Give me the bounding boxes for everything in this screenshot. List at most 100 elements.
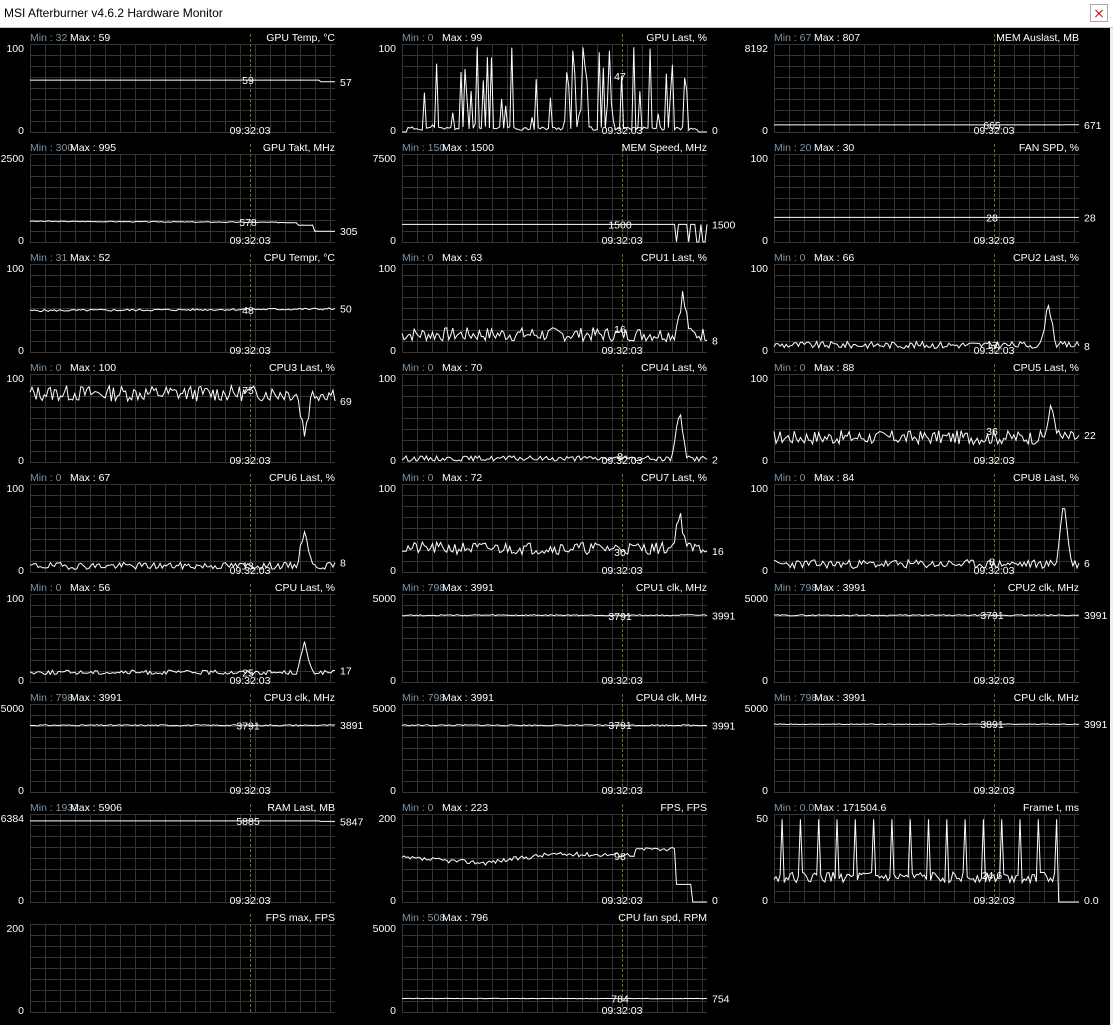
y-axis-max-label: 8192 bbox=[745, 43, 769, 55]
min-label: Min : 798 bbox=[774, 582, 817, 594]
graph-canvas: Min : 300Max : 995 GPU Takt, MHz 2500 0 09:3… bbox=[1, 142, 358, 247]
graph-cpu2-last[interactable]: Min : 0 Max : 66 CPU2 Last, % 100 0 09:32:03 1… bbox=[750, 252, 1090, 357]
graph-cpu3-clk-mhz[interactable]: Min : 798 Max : 3991 CPU3 clk, MHz 5000 0 09:… bbox=[1, 692, 364, 797]
graph-title: FAN SPD, % bbox=[1019, 142, 1079, 154]
y-axis-max-label: 100 bbox=[378, 373, 396, 385]
graph-canvas: Min : 0 Max : 223 FPS, FPS 200 0 09:32:03 98 0 bbox=[378, 802, 718, 907]
window-title: MSI Afterburner v4.6.2 Hardware Monitor bbox=[4, 6, 223, 20]
min-label: Min : 798 bbox=[402, 582, 445, 594]
min-label: Min : 32 bbox=[30, 32, 68, 44]
min-label: Min : 300 bbox=[30, 142, 73, 154]
window-titlebar: MSI Afterburner v4.6.2 Hardware Monitor bbox=[0, 0, 1113, 28]
y-axis-min-label: 0 bbox=[18, 785, 24, 797]
close-button[interactable] bbox=[1090, 4, 1108, 22]
cursor-time-label: 09:32:03 bbox=[974, 235, 1015, 247]
y-axis-min-label: 0 bbox=[390, 345, 396, 357]
y-axis-min-label: 0 bbox=[762, 235, 768, 247]
graph-ram-last-mb[interactable]: Min : 1932 Max : 5906 RAM Last, MB 6384 0 09:… bbox=[1, 802, 364, 907]
y-axis-min-label: 0 bbox=[390, 675, 396, 687]
min-label: Min : 0 bbox=[402, 802, 434, 814]
y-axis-max-label: 200 bbox=[378, 813, 396, 825]
graph-cpu-last[interactable]: Min : 0 Max : 56 CPU Last, % 100 0 09:32:03 25… bbox=[6, 582, 351, 687]
min-label: Min : 0 bbox=[402, 472, 434, 484]
cursor-time-label: 09:32:03 bbox=[974, 675, 1015, 687]
graph-cpu-clk-mhz[interactable]: Min : 798 Max : 3991 CPU clk, MHz 5000 0 09:3… bbox=[745, 692, 1108, 797]
cursor-value-label: 24.6 bbox=[982, 870, 1003, 882]
min-label: Min : 0 bbox=[774, 472, 806, 484]
cursor-value-label: 48 bbox=[242, 305, 254, 317]
graph-cpu-tempr-c[interactable]: Min : 31 Max : 52 CPU Tempr, °C 100 0 09:32:0… bbox=[6, 252, 351, 357]
graph-cpu1-last[interactable]: Min : 0 Max : 63 CPU1 Last, % 100 0 09:32:03 1… bbox=[378, 252, 718, 357]
min-label: Min : 798 bbox=[30, 692, 73, 704]
graph-trace bbox=[30, 820, 335, 822]
graph-cpu5-last[interactable]: Min : 0 Max : 88 CPU5 Last, % 100 0 09:32:03 3… bbox=[750, 362, 1095, 467]
min-label: Min : 0 bbox=[30, 582, 62, 594]
graph-canvas: Min : 0 Max : 84 CPU8 Last, %1000 09:32:038… bbox=[750, 472, 1090, 577]
graph-cpu6-last[interactable]: Min : 0 Max : 67 CPU6 Last, % 100 0 09:32:03 1… bbox=[6, 472, 346, 577]
min-label: Min : 508 bbox=[402, 912, 445, 924]
y-axis-min-label: 0 bbox=[390, 895, 396, 907]
graph-gpu-takt-mhz[interactable]: Min : 300 Max : 995 GPU Takt, MHz 2500 0 09:3… bbox=[1, 142, 358, 247]
monitor-graphs-area[interactable]: Min : 32 Max : 59 GPU Temp, °C 100 0 09:32:03… bbox=[0, 28, 1113, 1025]
y-axis-max-label: 5000 bbox=[373, 923, 397, 935]
graph-canvas: Min : 31 Max : 52 CPU Tempr, °C 100 0 09:32:0… bbox=[6, 252, 351, 357]
graph-cpu-fan-spd-rpm[interactable]: Min : 508 Max : 796 CPU fan spd, RPM 5000 0 0… bbox=[373, 912, 730, 1017]
graph-title: Frame t, ms bbox=[1023, 802, 1079, 814]
max-label: Max : 5906 bbox=[70, 802, 122, 814]
graph-canvas: Min : 0 Max : 72 CPU7 Last, % 100 0 09:32:03 3… bbox=[378, 472, 723, 577]
graph-fps-fps[interactable]: Min : 0 Max : 223 FPS, FPS 200 0 09:32:03 98 0 bbox=[378, 802, 718, 907]
graph-cpu3-last[interactable]: Min : 0 Max : 100 CPU3 Last, % 100 0 09:32:03… bbox=[6, 362, 351, 467]
current-value-label: 1500 bbox=[712, 219, 736, 231]
current-value-label: 22 bbox=[1084, 430, 1096, 442]
graph-title: CPU Tempr, °C bbox=[264, 252, 336, 264]
graph-cpu4-last[interactable]: Min : 0 Max : 70 CPU4 Last, % 100 0 09:32:03 8… bbox=[378, 362, 718, 467]
graph-canvas: Min : 798Max : 3991 CPU4 clk, MHz 5000 0 09:… bbox=[373, 692, 736, 797]
graph-mem-speed-mhz[interactable]: Min : 150 Max : 1500 MEM Speed, MHz 7500 0 09… bbox=[373, 142, 736, 247]
cursor-value-label: 25 bbox=[242, 668, 254, 680]
max-label: Max : 99 bbox=[442, 32, 482, 44]
max-label: Max : 63 bbox=[442, 252, 482, 264]
graph-gpu-last[interactable]: Min : 0 Max : 99 GPU Last, % 100 0 09:32:03 47… bbox=[378, 32, 718, 137]
current-value-label: 0.0 bbox=[1084, 895, 1099, 907]
cursor-value-label: 59 bbox=[242, 75, 254, 87]
cursor-value-label: 3891 bbox=[980, 719, 1004, 731]
cursor-value-label: 1500 bbox=[608, 219, 632, 231]
current-value-label: 3991 bbox=[1084, 719, 1108, 731]
graph-cpu1-clk-mhz[interactable]: Min : 798 Max : 3991 CPU1 clk, MHz 5000 0 09:… bbox=[373, 582, 736, 687]
graph-cpu2-clk-mhz[interactable]: Min : 798 Max : 3991 CPU2 clk, MHz 5000 0 09:… bbox=[745, 582, 1108, 687]
graph-title: MEM Auslast, MB bbox=[996, 32, 1079, 44]
y-axis-min-label: 0 bbox=[762, 125, 768, 137]
y-axis-max-label: 100 bbox=[6, 593, 24, 605]
graph-canvas: Min : 0 Max : 70 CPU4 Last, %1000 09:32:038… bbox=[378, 362, 718, 467]
graph-fan-spd[interactable]: Min : 20 Max : 30 FAN SPD, % 100 0 09:32:03 28… bbox=[750, 142, 1095, 247]
graph-cpu7-last[interactable]: Min : 0 Max : 72 CPU7 Last, % 100 0 09:32:03 3… bbox=[378, 472, 723, 577]
graph-mem-auslast-mb[interactable]: Min : 67 Max : 807 MEM Auslast, MB 8192 0 09:… bbox=[745, 32, 1102, 137]
graph-title: CPU5 Last, % bbox=[1013, 362, 1079, 374]
y-axis-min-label: 0 bbox=[762, 345, 768, 357]
graph-trace bbox=[773, 723, 1080, 726]
current-value-label: 0 bbox=[712, 125, 718, 137]
cursor-time-label: 09:32:03 bbox=[602, 895, 643, 907]
y-axis-max-label: 7500 bbox=[373, 153, 397, 165]
current-value-label: 50 bbox=[340, 303, 352, 315]
graph-title: CPU1 Last, % bbox=[641, 252, 707, 264]
graph-cpu8-last[interactable]: Min : 0 Max : 84 CPU8 Last, % 100 0 09:32:03 8… bbox=[750, 472, 1090, 577]
graph-fps-max-fps[interactable]: FPS max, FPS 200 0 bbox=[6, 912, 335, 1017]
max-label: Max : 3991 bbox=[814, 582, 866, 594]
y-axis-min-label: 0 bbox=[390, 125, 396, 137]
graph-cpu4-clk-mhz[interactable]: Min : 798 Max : 3991 CPU4 clk, MHz 5000 0 09:… bbox=[373, 692, 736, 797]
cursor-value-label: 8 bbox=[617, 451, 623, 463]
current-value-label: 671 bbox=[1084, 120, 1102, 132]
min-label: Min : 798 bbox=[402, 692, 445, 704]
current-value-label: 3991 bbox=[1084, 610, 1108, 622]
graph-canvas: Min : 0 Max : 56 CPU Last, %1000 09:32:0325… bbox=[6, 582, 351, 687]
graph-gpu-temp-c[interactable]: Min : 32 Max : 59 GPU Temp, °C 100 0 09:32:03… bbox=[6, 32, 351, 137]
y-axis-max-label: 100 bbox=[750, 263, 768, 275]
graph-title: CPU2 Last, % bbox=[1013, 252, 1079, 264]
max-label: Max : 807 bbox=[814, 32, 860, 44]
cursor-value-label: 13 bbox=[242, 560, 254, 572]
min-label: Min : 0.0 bbox=[774, 802, 814, 814]
graph-frame-t-ms[interactable]: Min : 0.0 Max : 171504.6 Frame t, ms 50 0 09:… bbox=[756, 802, 1098, 907]
graph-trace bbox=[401, 997, 708, 1000]
graph-title: CPU3 Last, % bbox=[269, 362, 335, 374]
